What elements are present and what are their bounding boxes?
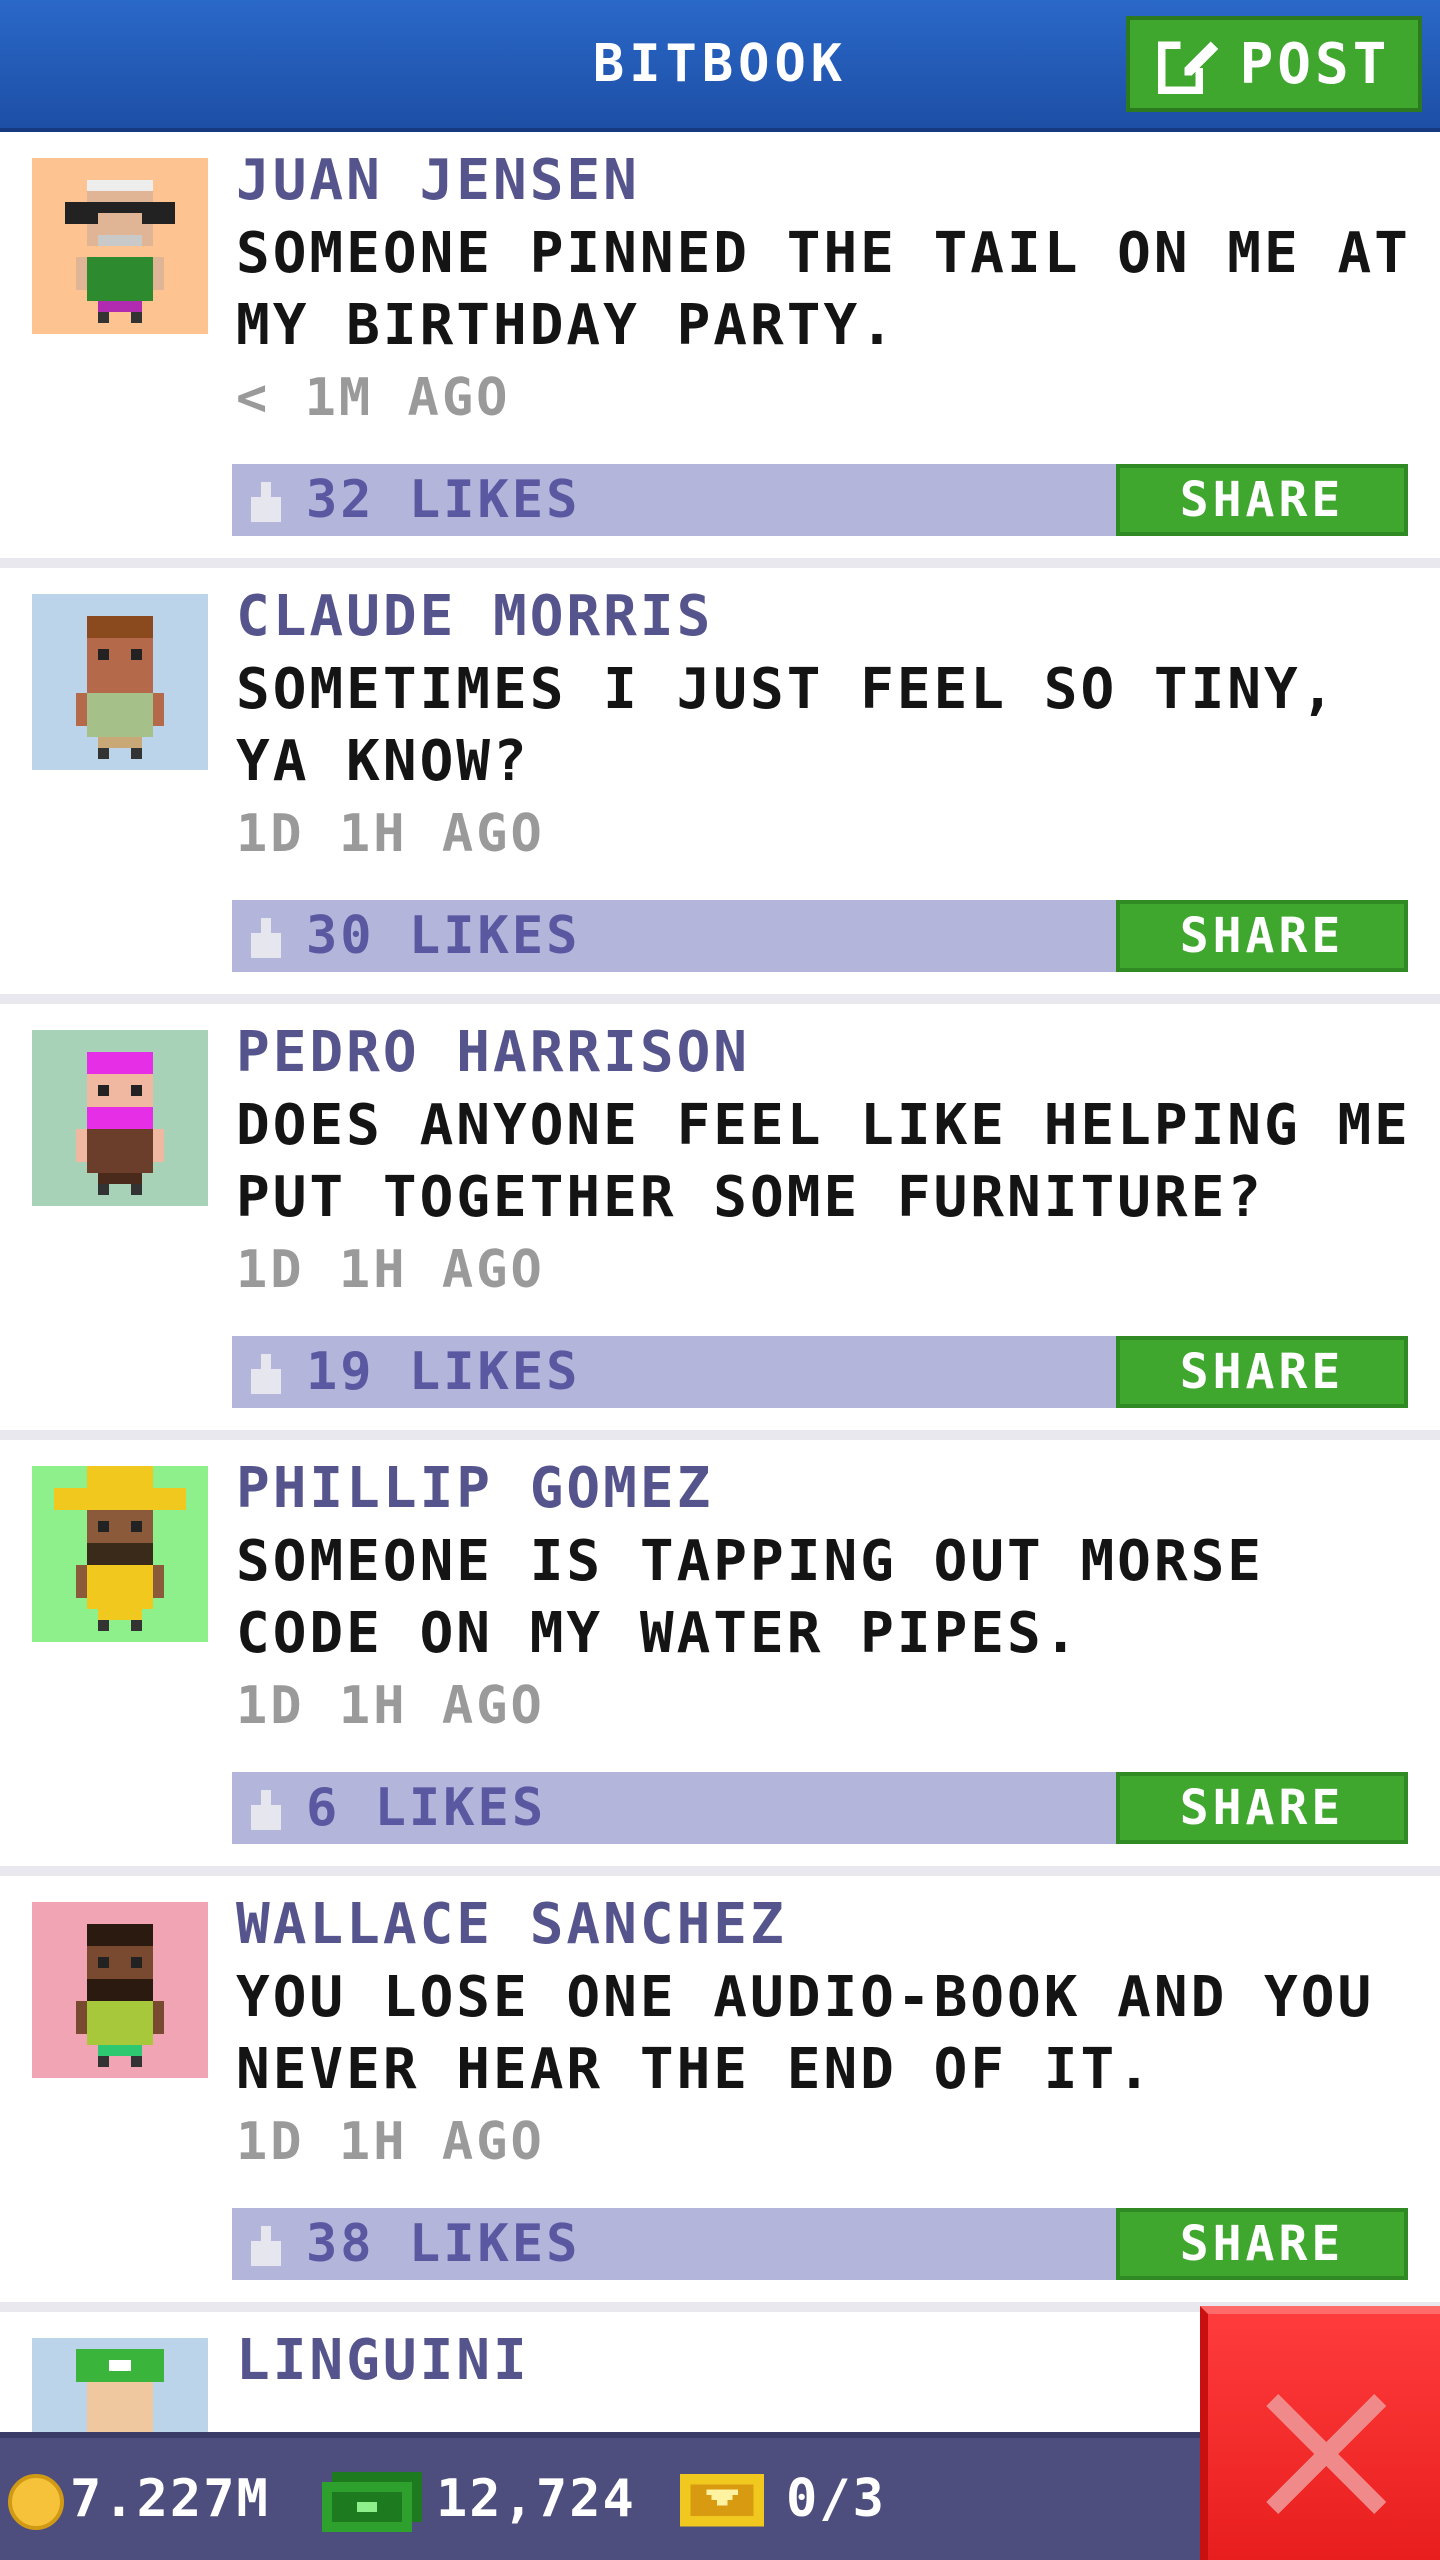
bux-amount: 12,724 <box>436 2469 636 2529</box>
compose-icon <box>1157 34 1218 94</box>
post-author: PHILLIP GOMEZ <box>236 1456 714 1521</box>
post-author: WALLACE SANCHEZ <box>236 1892 787 1957</box>
thumbs-up-icon <box>251 482 281 522</box>
share-button[interactable]: SHARE <box>1116 2208 1408 2280</box>
likes-count: 6 LIKES <box>306 1778 547 1838</box>
close-icon <box>1266 2394 1386 2514</box>
likes-bar: 6 LIKES SHARE <box>232 1772 1408 1844</box>
thumbs-up-icon <box>251 1790 281 1830</box>
avatar[interactable] <box>32 594 208 770</box>
post-time: 1D 1H AGO <box>236 804 545 864</box>
post-time: 1D 1H AGO <box>236 1676 545 1736</box>
post-author: LINGUINI <box>236 2328 530 2393</box>
post-text: SOMEONE IS TAPPING OUT MORSE CODE ON MY … <box>236 1529 1265 1666</box>
share-button[interactable]: SHARE <box>1116 1772 1408 1844</box>
share-button[interactable]: SHARE <box>1116 1336 1408 1408</box>
likes-count: 32 LIKES <box>306 470 581 530</box>
feed-post: PHILLIP GOMEZ SOMEONE IS TAPPING OUT MOR… <box>0 1440 1440 1876</box>
likes-count: 30 LIKES <box>306 906 581 966</box>
likes-count: 38 LIKES <box>306 2214 581 2274</box>
bux-icon <box>322 2472 422 2532</box>
ticket-icon <box>680 2473 764 2527</box>
likes-count: 19 LIKES <box>306 1342 581 1402</box>
thumbs-up-icon <box>251 918 281 958</box>
avatar[interactable] <box>32 1466 208 1642</box>
feed-post: PEDRO HARRISON DOES ANYONE FEEL LIKE HEL… <box>0 1004 1440 1440</box>
tickets-count: 0/3 <box>786 2469 886 2529</box>
likes-bar: 38 LIKES SHARE <box>232 2208 1408 2280</box>
post-text: SOMETIMES I JUST FEEL SO TINY, YA KNOW? <box>236 657 1338 794</box>
post-text: DOES ANYONE FEEL LIKE HELPING ME PUT TOG… <box>236 1093 1411 1230</box>
close-button[interactable] <box>1200 2306 1440 2560</box>
post-time: < 1M AGO <box>236 368 511 428</box>
coin-icon <box>8 2474 64 2530</box>
post-button[interactable]: POST <box>1126 16 1422 112</box>
feed-post: JUAN JENSEN SOMEONE PINNED THE TAIL ON M… <box>0 132 1440 568</box>
post-author: PEDRO HARRISON <box>236 1020 751 1085</box>
likes-bar: 30 LIKES SHARE <box>232 900 1408 972</box>
thumbs-up-icon <box>251 2226 281 2266</box>
likes-bar: 19 LIKES SHARE <box>232 1336 1408 1408</box>
avatar[interactable] <box>32 1030 208 1206</box>
coins-amount: 7.227M <box>70 2469 270 2529</box>
thumbs-up-icon <box>251 1354 281 1394</box>
post-time: 1D 1H AGO <box>236 1240 545 1300</box>
feed-post: CLAUDE MORRIS SOMETIMES I JUST FEEL SO T… <box>0 568 1440 1004</box>
news-feed[interactable]: JUAN JENSEN SOMEONE PINNED THE TAIL ON M… <box>0 132 1440 2532</box>
avatar[interactable] <box>32 158 208 334</box>
post-author: JUAN JENSEN <box>236 148 640 213</box>
avatar[interactable] <box>32 1902 208 2078</box>
share-button[interactable]: SHARE <box>1116 464 1408 536</box>
post-text: YOU LOSE ONE AUDIO-BOOK AND YOU NEVER HE… <box>236 1965 1375 2102</box>
feed-post: WALLACE SANCHEZ YOU LOSE ONE AUDIO-BOOK … <box>0 1876 1440 2312</box>
likes-bar: 32 LIKES SHARE <box>232 464 1408 536</box>
post-text: SOMEONE PINNED THE TAIL ON ME AT MY BIRT… <box>236 221 1411 358</box>
post-button-label: POST <box>1239 31 1391 97</box>
post-time: 1D 1H AGO <box>236 2112 545 2172</box>
post-author: CLAUDE MORRIS <box>236 584 714 649</box>
top-bar: BITBOOK POST <box>0 0 1440 132</box>
share-button[interactable]: SHARE <box>1116 900 1408 972</box>
